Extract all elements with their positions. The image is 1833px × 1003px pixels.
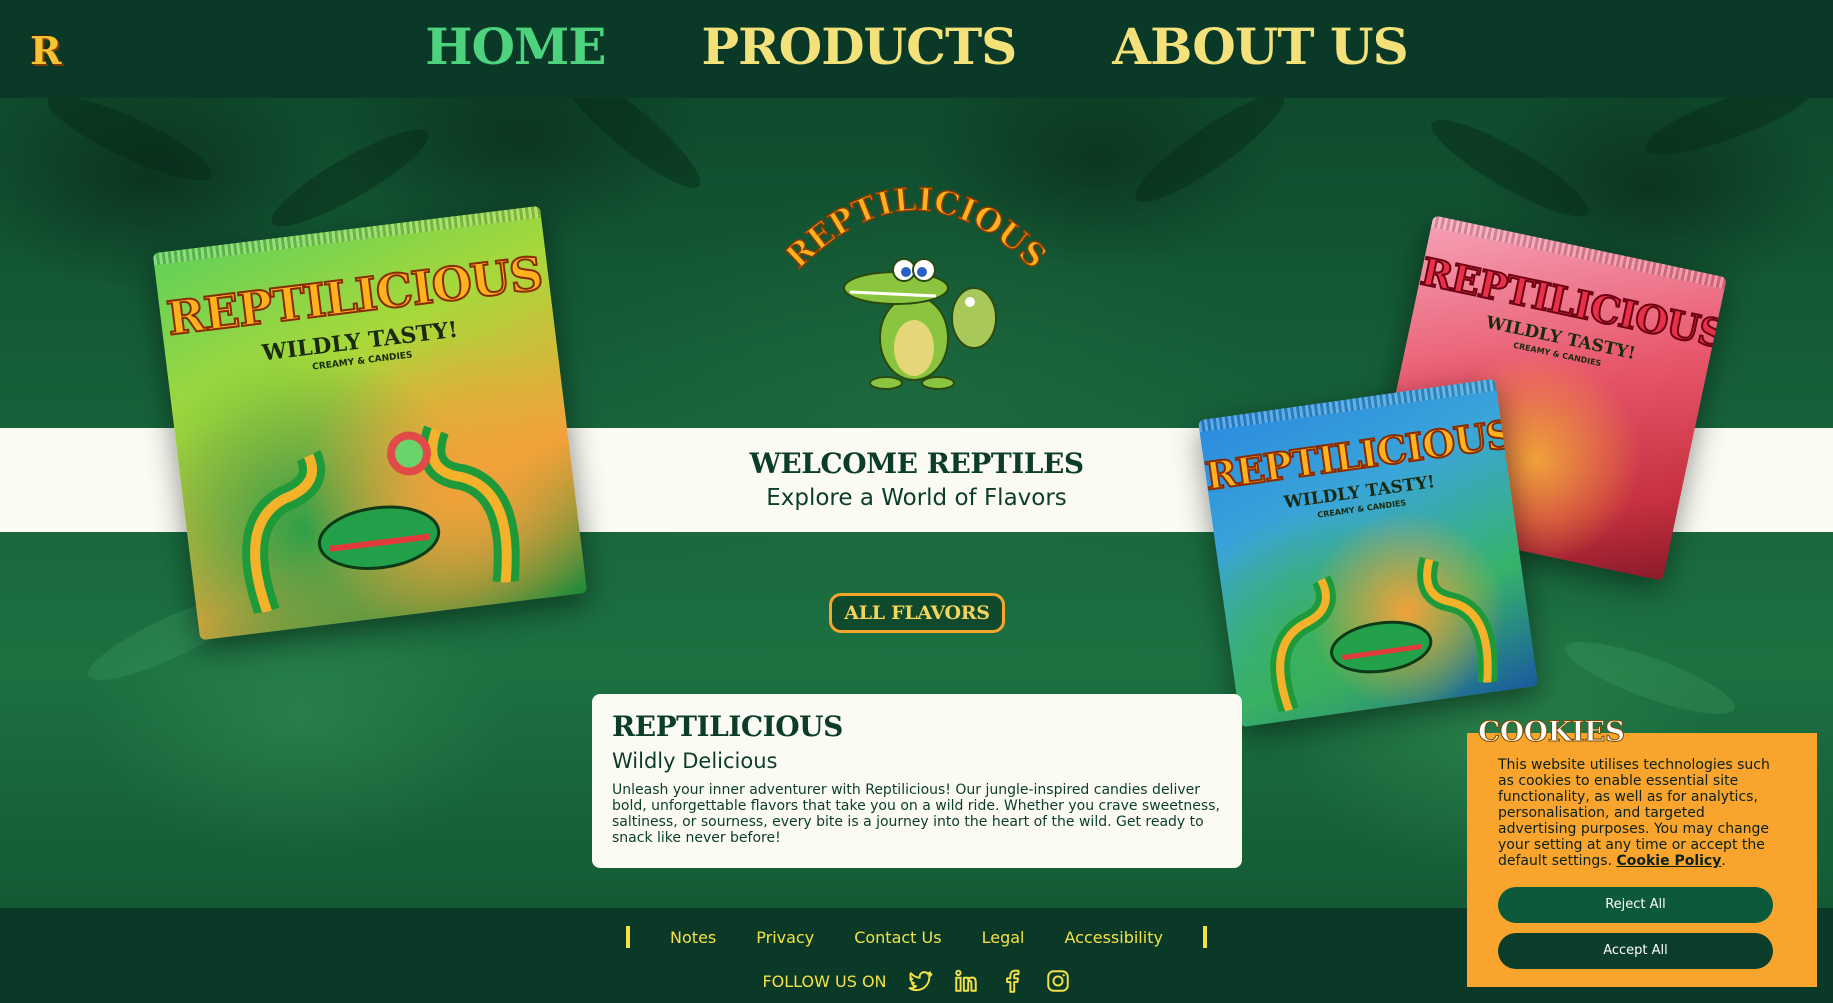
cookie-title: COOKIES (1478, 715, 1626, 749)
all-flavors-button[interactable]: ALL FLAVORS (829, 593, 1005, 633)
footer-link-accessibility[interactable]: Accessibility (1064, 928, 1162, 947)
facebook-icon[interactable] (999, 968, 1025, 994)
jungle-leaf-decoration (1124, 98, 1296, 217)
footer-divider (1202, 926, 1207, 948)
cookie-text: This website utilises technologies such … (1498, 757, 1770, 869)
jungle-leaf-decoration (39, 98, 221, 195)
reject-all-button[interactable]: Reject All (1498, 887, 1773, 923)
nav-products[interactable]: PRODUCTS (702, 16, 1018, 78)
top-nav: R HOME PRODUCTS ABOUT US (0, 0, 1833, 98)
nav-home[interactable]: HOME (425, 16, 606, 78)
instagram-icon[interactable] (1045, 968, 1071, 994)
footer-link-legal[interactable]: Legal (982, 928, 1025, 947)
jungle-leaf-decoration (1422, 105, 1598, 231)
follow-label: FOLLOW US ON (762, 971, 887, 991)
snake-illustration (1270, 556, 1498, 714)
footer-link-privacy[interactable]: Privacy (756, 928, 814, 947)
twitter-icon[interactable] (907, 968, 933, 994)
nav-about-us[interactable]: ABOUT US (1112, 16, 1408, 78)
info-card: REPTILICIOUS Wildly Delicious Unleash yo… (592, 694, 1242, 868)
card-subtitle: Wildly Delicious (612, 749, 778, 773)
product-pack-green[interactable]: REPTILICIOUS WILDLY TASTY! CREAMY & CAND… (152, 205, 588, 641)
cookie-banner: COOKIES This website utilises technologi… (1467, 715, 1817, 987)
snake-illustration (242, 425, 520, 617)
card-title: REPTILICIOUS (612, 710, 843, 743)
card-body: Unleash your inner adventurer with Repti… (612, 782, 1220, 846)
footer-divider (626, 926, 631, 948)
footer-link-notes[interactable]: Notes (670, 928, 716, 947)
reptilicious-emblem: REPTILICIOUS (786, 179, 1046, 390)
jungle-leaf-decoration (1638, 98, 1822, 168)
cookie-policy-link[interactable]: Cookie Policy (1616, 853, 1721, 869)
linkedin-icon[interactable] (953, 968, 979, 994)
jungle-leaf-decoration (1558, 628, 1742, 728)
footer-link-contact-us[interactable]: Contact Us (854, 928, 941, 947)
jungle-leaf-decoration (548, 98, 712, 202)
product-pack-blue[interactable]: REPTILICIOUS WILDLY TASTY! CREAMY & CAND… (1197, 378, 1539, 728)
nav-links: HOME PRODUCTS ABOUT US (0, 16, 1833, 78)
accept-all-button[interactable]: Accept All (1498, 933, 1773, 969)
